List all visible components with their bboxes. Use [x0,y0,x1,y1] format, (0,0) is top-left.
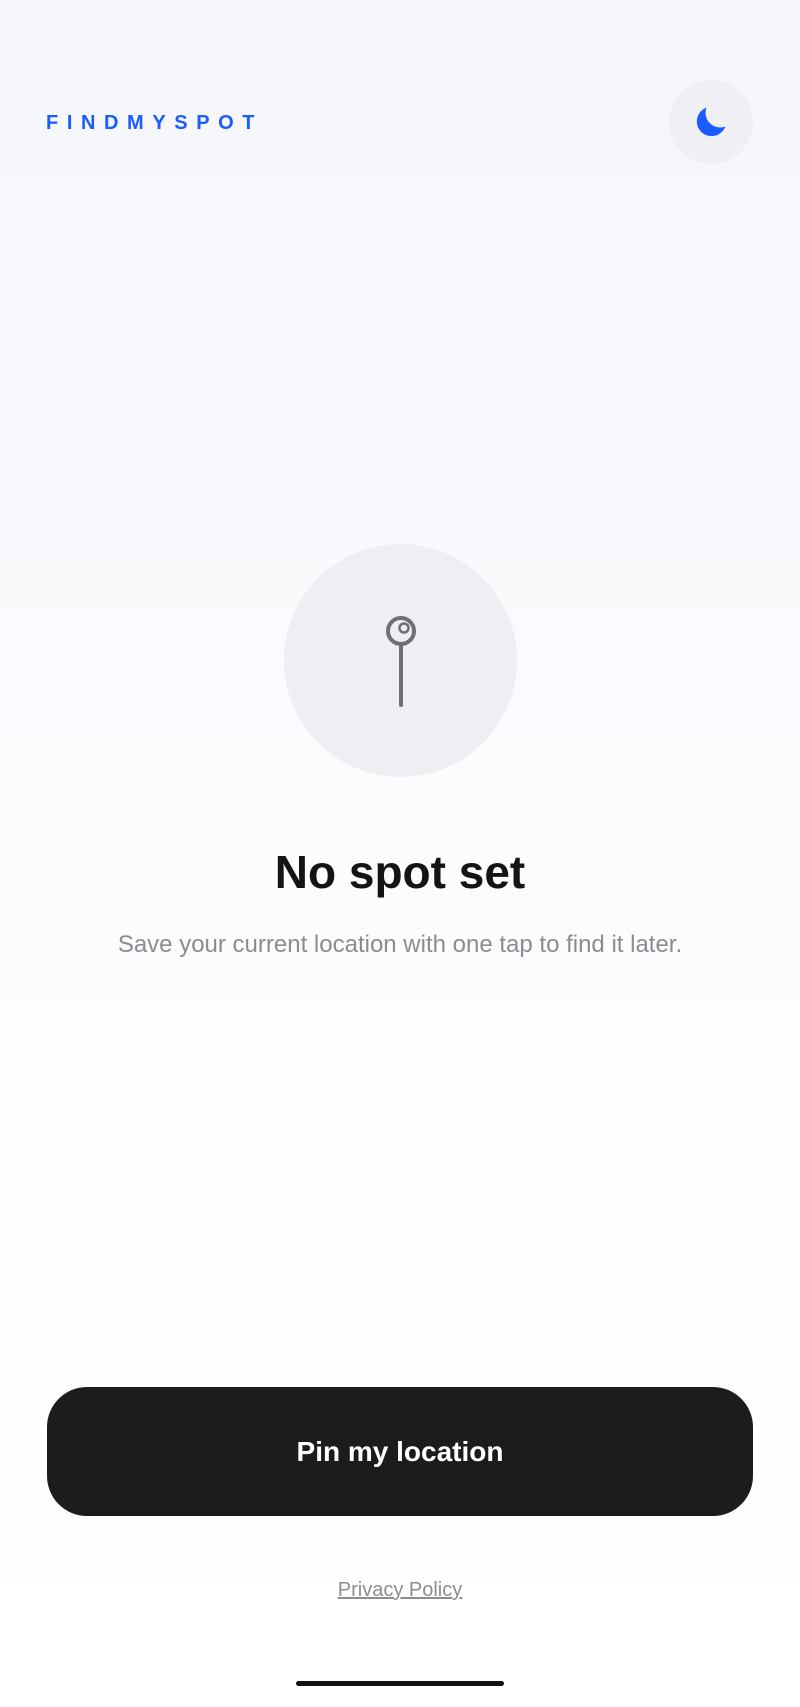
empty-state-description: Save your current location with one tap … [117,931,683,958]
theme-toggle-button[interactable] [669,80,753,164]
app-brand-logo: FINDMYSPOT [46,112,264,134]
pin-illustration [284,544,517,777]
map-pin-icon [385,615,416,707]
privacy-policy-link[interactable]: Privacy Policy [0,1578,800,1602]
empty-state-title: No spot set [274,846,526,898]
moon-icon [696,107,726,137]
app-header: FINDMYSPOT [0,0,800,250]
pin-my-location-button[interactable]: Pin my location [47,1387,753,1516]
home-indicator [296,1681,504,1686]
